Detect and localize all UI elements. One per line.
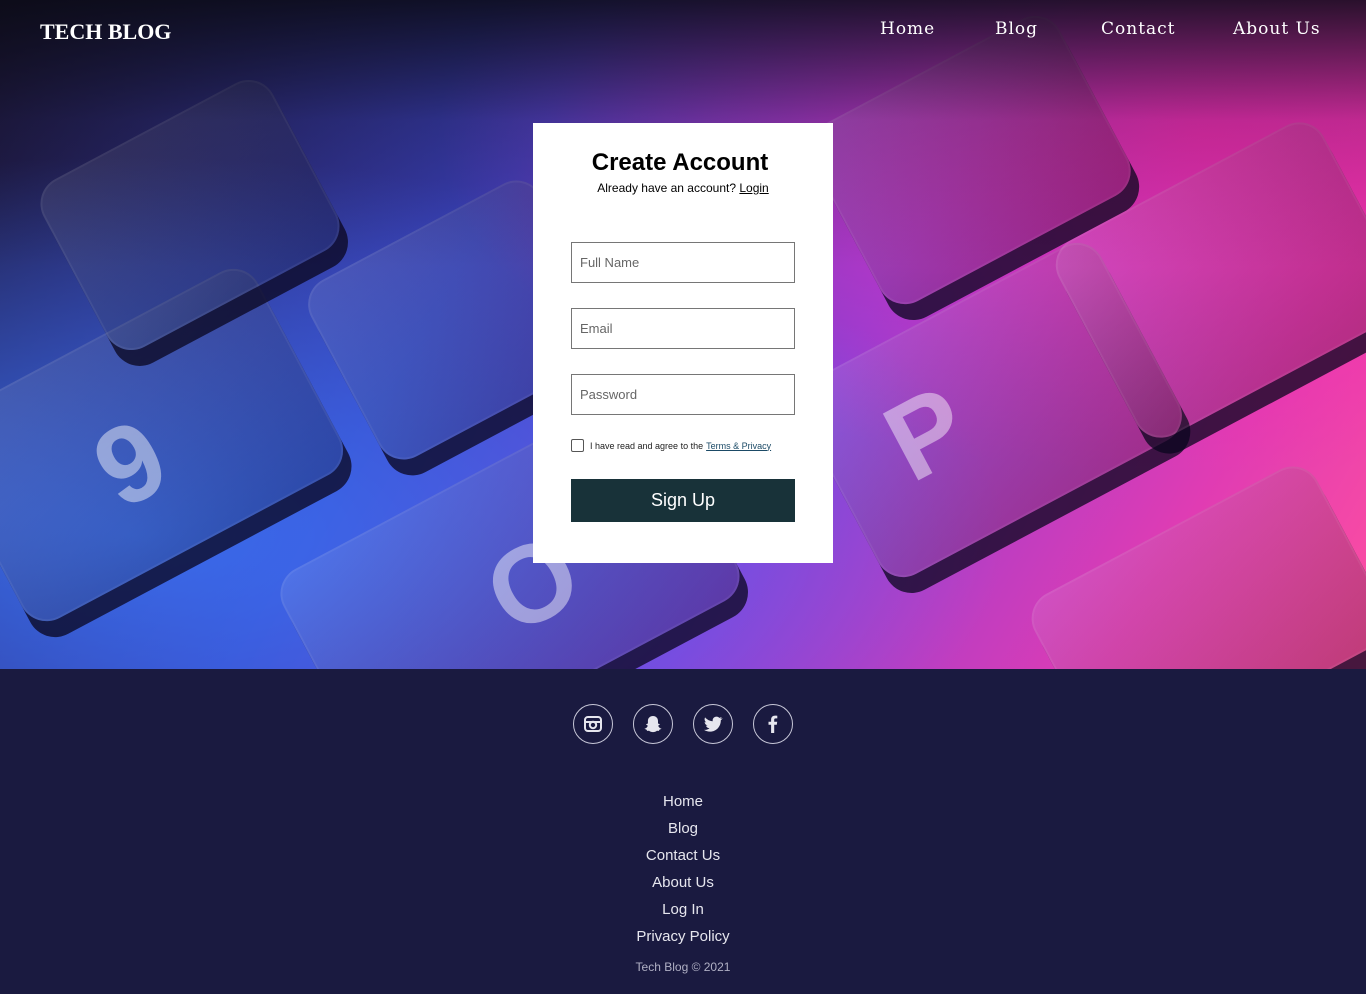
nav-home[interactable]: Home (880, 19, 935, 39)
login-prompt: Already have an account? Login (533, 181, 833, 195)
keyboard-key-decoration (30, 70, 350, 360)
key-glyph-decoration: P (865, 361, 988, 506)
snapchat-glyph (644, 716, 662, 733)
terms-checkbox[interactable] (571, 439, 584, 452)
full-name-input[interactable] (571, 242, 795, 283)
login-link[interactable]: Login (739, 181, 768, 195)
twitter-glyph (704, 716, 723, 732)
facebook-glyph (768, 715, 778, 733)
nav-blog[interactable]: Blog (995, 19, 1038, 39)
keyboard-key-decoration (788, 233, 1192, 587)
form-title: Create Account (591, 149, 769, 176)
keyboard-key-decoration (0, 258, 353, 632)
key-glyph-decoration: 9 (74, 394, 187, 533)
keyboard-key-decoration (1021, 456, 1366, 669)
site-logo[interactable]: TECH BLOG (40, 19, 171, 45)
keyboard-key-decoration (1045, 112, 1366, 448)
instagram-icon[interactable] (573, 704, 613, 744)
social-links (573, 704, 793, 744)
footer-link-log-in[interactable]: Log In (0, 896, 1366, 923)
footer-link-about-us[interactable]: About Us (0, 869, 1366, 896)
footer-link-home[interactable]: Home (0, 788, 1366, 815)
snapchat-icon[interactable] (633, 704, 673, 744)
footer-links: Home Blog Contact Us About Us Log In Pri… (0, 788, 1366, 950)
password-input[interactable] (571, 374, 795, 415)
footer-link-privacy-policy[interactable]: Privacy Policy (0, 923, 1366, 950)
email-input[interactable] (571, 308, 795, 349)
footer-link-contact-us[interactable]: Contact Us (0, 842, 1366, 869)
copyright-text: Tech Blog © 2021 (635, 960, 731, 974)
facebook-icon[interactable] (753, 704, 793, 744)
sign-up-button[interactable]: Sign Up (571, 479, 795, 522)
login-prompt-text: Already have an account? (597, 181, 737, 195)
instagram-glyph (584, 716, 602, 732)
terms-privacy-link[interactable]: Terms & Privacy (706, 441, 771, 451)
terms-agree-text: I have read and agree to the (590, 440, 704, 451)
signup-card: Create Account Already have an account? … (533, 123, 833, 563)
twitter-icon[interactable] (693, 704, 733, 744)
site-footer: Home Blog Contact Us About Us Log In Pri… (0, 669, 1366, 994)
terms-agreement: I have read and agree to the Terms & Pri… (571, 439, 771, 452)
nav-about-us[interactable]: About Us (1233, 19, 1321, 39)
top-navbar: TECH BLOG Home Blog Contact About Us (0, 0, 1366, 64)
footer-link-blog[interactable]: Blog (0, 815, 1366, 842)
hero-background: 9 P O TECH BLOG Home Blog Contact About … (0, 0, 1366, 669)
nav-contact[interactable]: Contact (1101, 19, 1176, 39)
